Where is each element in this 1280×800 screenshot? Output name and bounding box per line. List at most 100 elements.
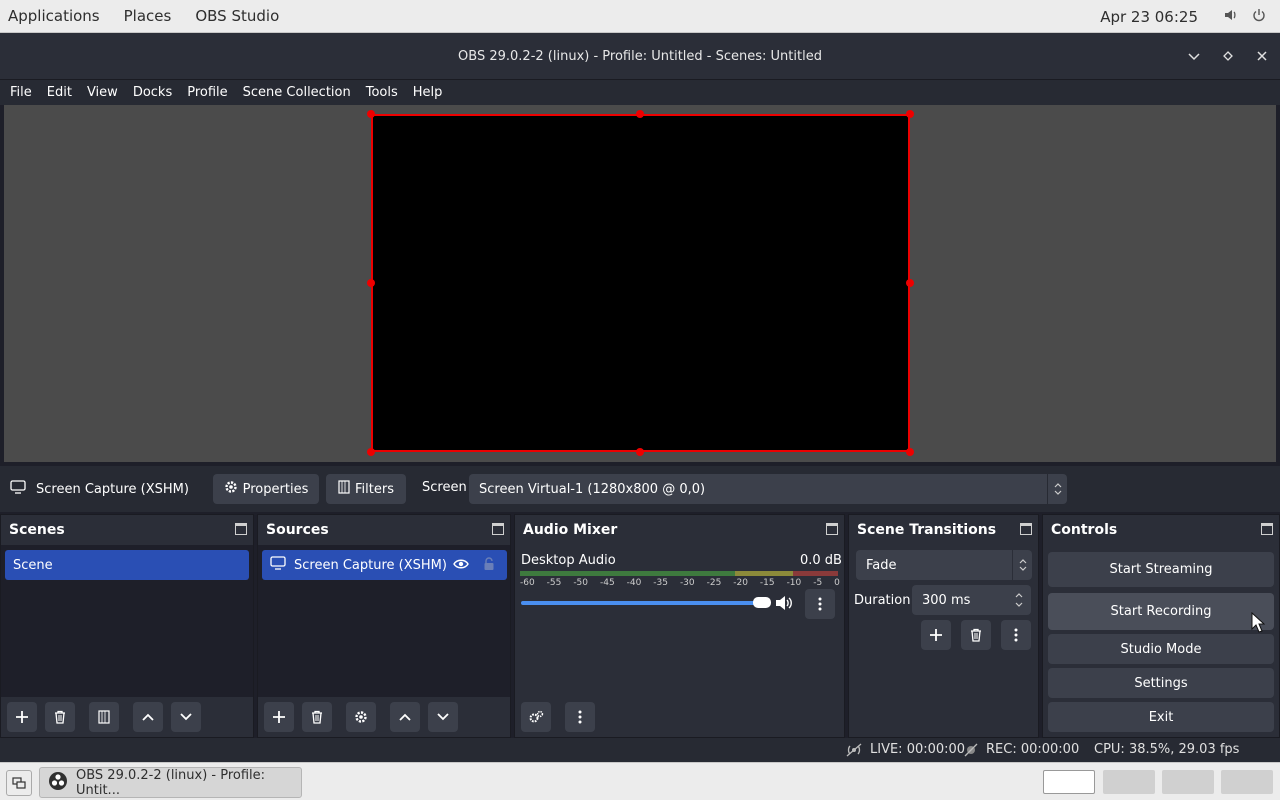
- studio-mode-button[interactable]: Studio Mode: [1048, 634, 1274, 664]
- filter-icon: [98, 710, 110, 724]
- properties-button[interactable]: Properties: [213, 474, 319, 504]
- start-streaming-button[interactable]: Start Streaming: [1048, 552, 1274, 587]
- chevron-up-icon: [142, 713, 154, 721]
- screen-label: Screen: [422, 480, 467, 495]
- channel-menu-button[interactable]: [805, 589, 835, 619]
- active-app-menu[interactable]: OBS Studio: [187, 7, 287, 25]
- advanced-audio-button[interactable]: [521, 702, 551, 732]
- chevron-updown-icon[interactable]: [1047, 474, 1067, 504]
- transition-select[interactable]: Fade: [856, 550, 1032, 580]
- menu-profile[interactable]: Profile: [182, 85, 232, 100]
- undock-icon[interactable]: [826, 523, 838, 535]
- window-title-bar[interactable]: OBS 29.0.2-2 (linux) - Profile: Untitled…: [0, 33, 1280, 80]
- properties-label: Properties: [242, 481, 309, 497]
- live-status: LIVE: 00:00:00: [870, 742, 966, 757]
- source-properties-button[interactable]: [346, 702, 376, 732]
- menu-edit[interactable]: Edit: [42, 85, 77, 100]
- resize-handle[interactable]: [367, 448, 375, 456]
- remove-scene-button[interactable]: [45, 702, 75, 732]
- menu-docks[interactable]: Docks: [128, 85, 177, 100]
- scene-filters-button[interactable]: [89, 702, 119, 732]
- meter-tick: -40: [626, 578, 642, 588]
- move-scene-up-button[interactable]: [133, 702, 163, 732]
- undock-icon[interactable]: [235, 523, 247, 535]
- move-scene-down-button[interactable]: [171, 702, 201, 732]
- maximize-icon[interactable]: [1218, 49, 1238, 65]
- volume-slider[interactable]: [521, 597, 771, 608]
- power-icon[interactable]: [1252, 8, 1266, 26]
- scenes-dock-header: Scenes: [1, 515, 253, 545]
- duration-label: Duration: [854, 593, 911, 608]
- source-item[interactable]: Screen Capture (XSHM): [262, 550, 507, 580]
- menu-tools[interactable]: Tools: [361, 85, 403, 100]
- scenes-footer: [1, 697, 253, 737]
- menu-help[interactable]: Help: [408, 85, 448, 100]
- resize-handle[interactable]: [367, 279, 375, 287]
- taskbar-obs-label: OBS 29.0.2-2 (linux) - Profile: Untit...: [76, 767, 266, 798]
- resize-handle[interactable]: [906, 448, 914, 456]
- close-icon[interactable]: [1252, 49, 1272, 65]
- volume-slider-handle[interactable]: [753, 597, 771, 608]
- workspace-3[interactable]: [1162, 770, 1214, 794]
- resize-handle[interactable]: [906, 110, 914, 118]
- screen-select[interactable]: Screen Virtual-1 (1280x800 @ 0,0): [469, 474, 1067, 504]
- undock-icon[interactable]: [492, 523, 504, 535]
- obs-logo-icon: [48, 771, 68, 795]
- screen-select-value: Screen Virtual-1 (1280x800 @ 0,0): [479, 481, 706, 497]
- gears-icon: [529, 710, 544, 723]
- start-recording-label: Start Recording: [1110, 604, 1212, 619]
- exit-button[interactable]: Exit: [1048, 702, 1274, 732]
- resize-handle[interactable]: [636, 110, 644, 118]
- workspace-1[interactable]: [1043, 770, 1095, 794]
- duration-spinbox[interactable]: 300 ms: [912, 585, 1031, 615]
- minimize-icon[interactable]: [1184, 49, 1204, 65]
- sources-dock-title: Sources: [266, 522, 329, 538]
- workspace-4[interactable]: [1221, 770, 1273, 794]
- scene-transitions-header: Scene Transitions: [849, 515, 1038, 545]
- meter-tick: -10: [786, 578, 802, 588]
- preview-canvas[interactable]: [371, 114, 910, 452]
- remove-source-button[interactable]: [302, 702, 332, 732]
- start-recording-button[interactable]: Start Recording: [1048, 593, 1274, 630]
- eye-icon[interactable]: [453, 558, 469, 574]
- places-menu[interactable]: Places: [116, 7, 180, 25]
- trash-icon: [55, 710, 65, 724]
- volume-icon[interactable]: [1224, 8, 1238, 26]
- filters-button[interactable]: Filters: [326, 474, 406, 504]
- chevron-up-icon: [399, 713, 411, 721]
- undock-icon[interactable]: [1261, 523, 1273, 535]
- scenes-dock: Scenes Scene: [0, 514, 254, 738]
- move-source-down-button[interactable]: [428, 702, 458, 732]
- sources-dock-header: Sources: [258, 515, 510, 545]
- workspace-2[interactable]: [1103, 770, 1155, 794]
- source-item-label: Screen Capture (XSHM): [294, 557, 447, 573]
- undock-icon[interactable]: [1020, 523, 1032, 535]
- preview-area[interactable]: [4, 105, 1276, 462]
- menu-view[interactable]: View: [82, 85, 123, 100]
- applications-menu[interactable]: Applications: [0, 7, 108, 25]
- add-transition-button[interactable]: [921, 620, 951, 650]
- channel-name: Desktop Audio: [521, 553, 616, 568]
- add-scene-button[interactable]: [7, 702, 37, 732]
- transition-menu-button[interactable]: [1001, 620, 1031, 650]
- mixer-menu-button[interactable]: [565, 702, 595, 732]
- resize-handle[interactable]: [636, 448, 644, 456]
- clock[interactable]: Apr 23 06:25: [1100, 8, 1198, 26]
- scene-item[interactable]: Scene: [5, 550, 249, 580]
- menu-scene-collection[interactable]: Scene Collection: [238, 85, 356, 100]
- resize-handle[interactable]: [367, 110, 375, 118]
- chevron-updown-icon[interactable]: [1011, 585, 1027, 615]
- menu-file[interactable]: File: [5, 85, 37, 100]
- resize-handle[interactable]: [906, 279, 914, 287]
- trash-icon: [971, 628, 981, 642]
- lock-icon[interactable]: [483, 557, 495, 575]
- remove-transition-button[interactable]: [961, 620, 991, 650]
- add-source-button[interactable]: [264, 702, 294, 732]
- chevron-down-icon: [180, 713, 192, 721]
- move-source-up-button[interactable]: [390, 702, 420, 732]
- show-desktop-icon[interactable]: [6, 770, 32, 796]
- source-toolbar: Screen Capture (XSHM) Properties Filters…: [0, 466, 1280, 512]
- settings-button[interactable]: Settings: [1048, 668, 1274, 698]
- taskbar-obs-window[interactable]: OBS 29.0.2-2 (linux) - Profile: Untit...: [39, 767, 302, 798]
- speaker-icon[interactable]: [775, 595, 793, 615]
